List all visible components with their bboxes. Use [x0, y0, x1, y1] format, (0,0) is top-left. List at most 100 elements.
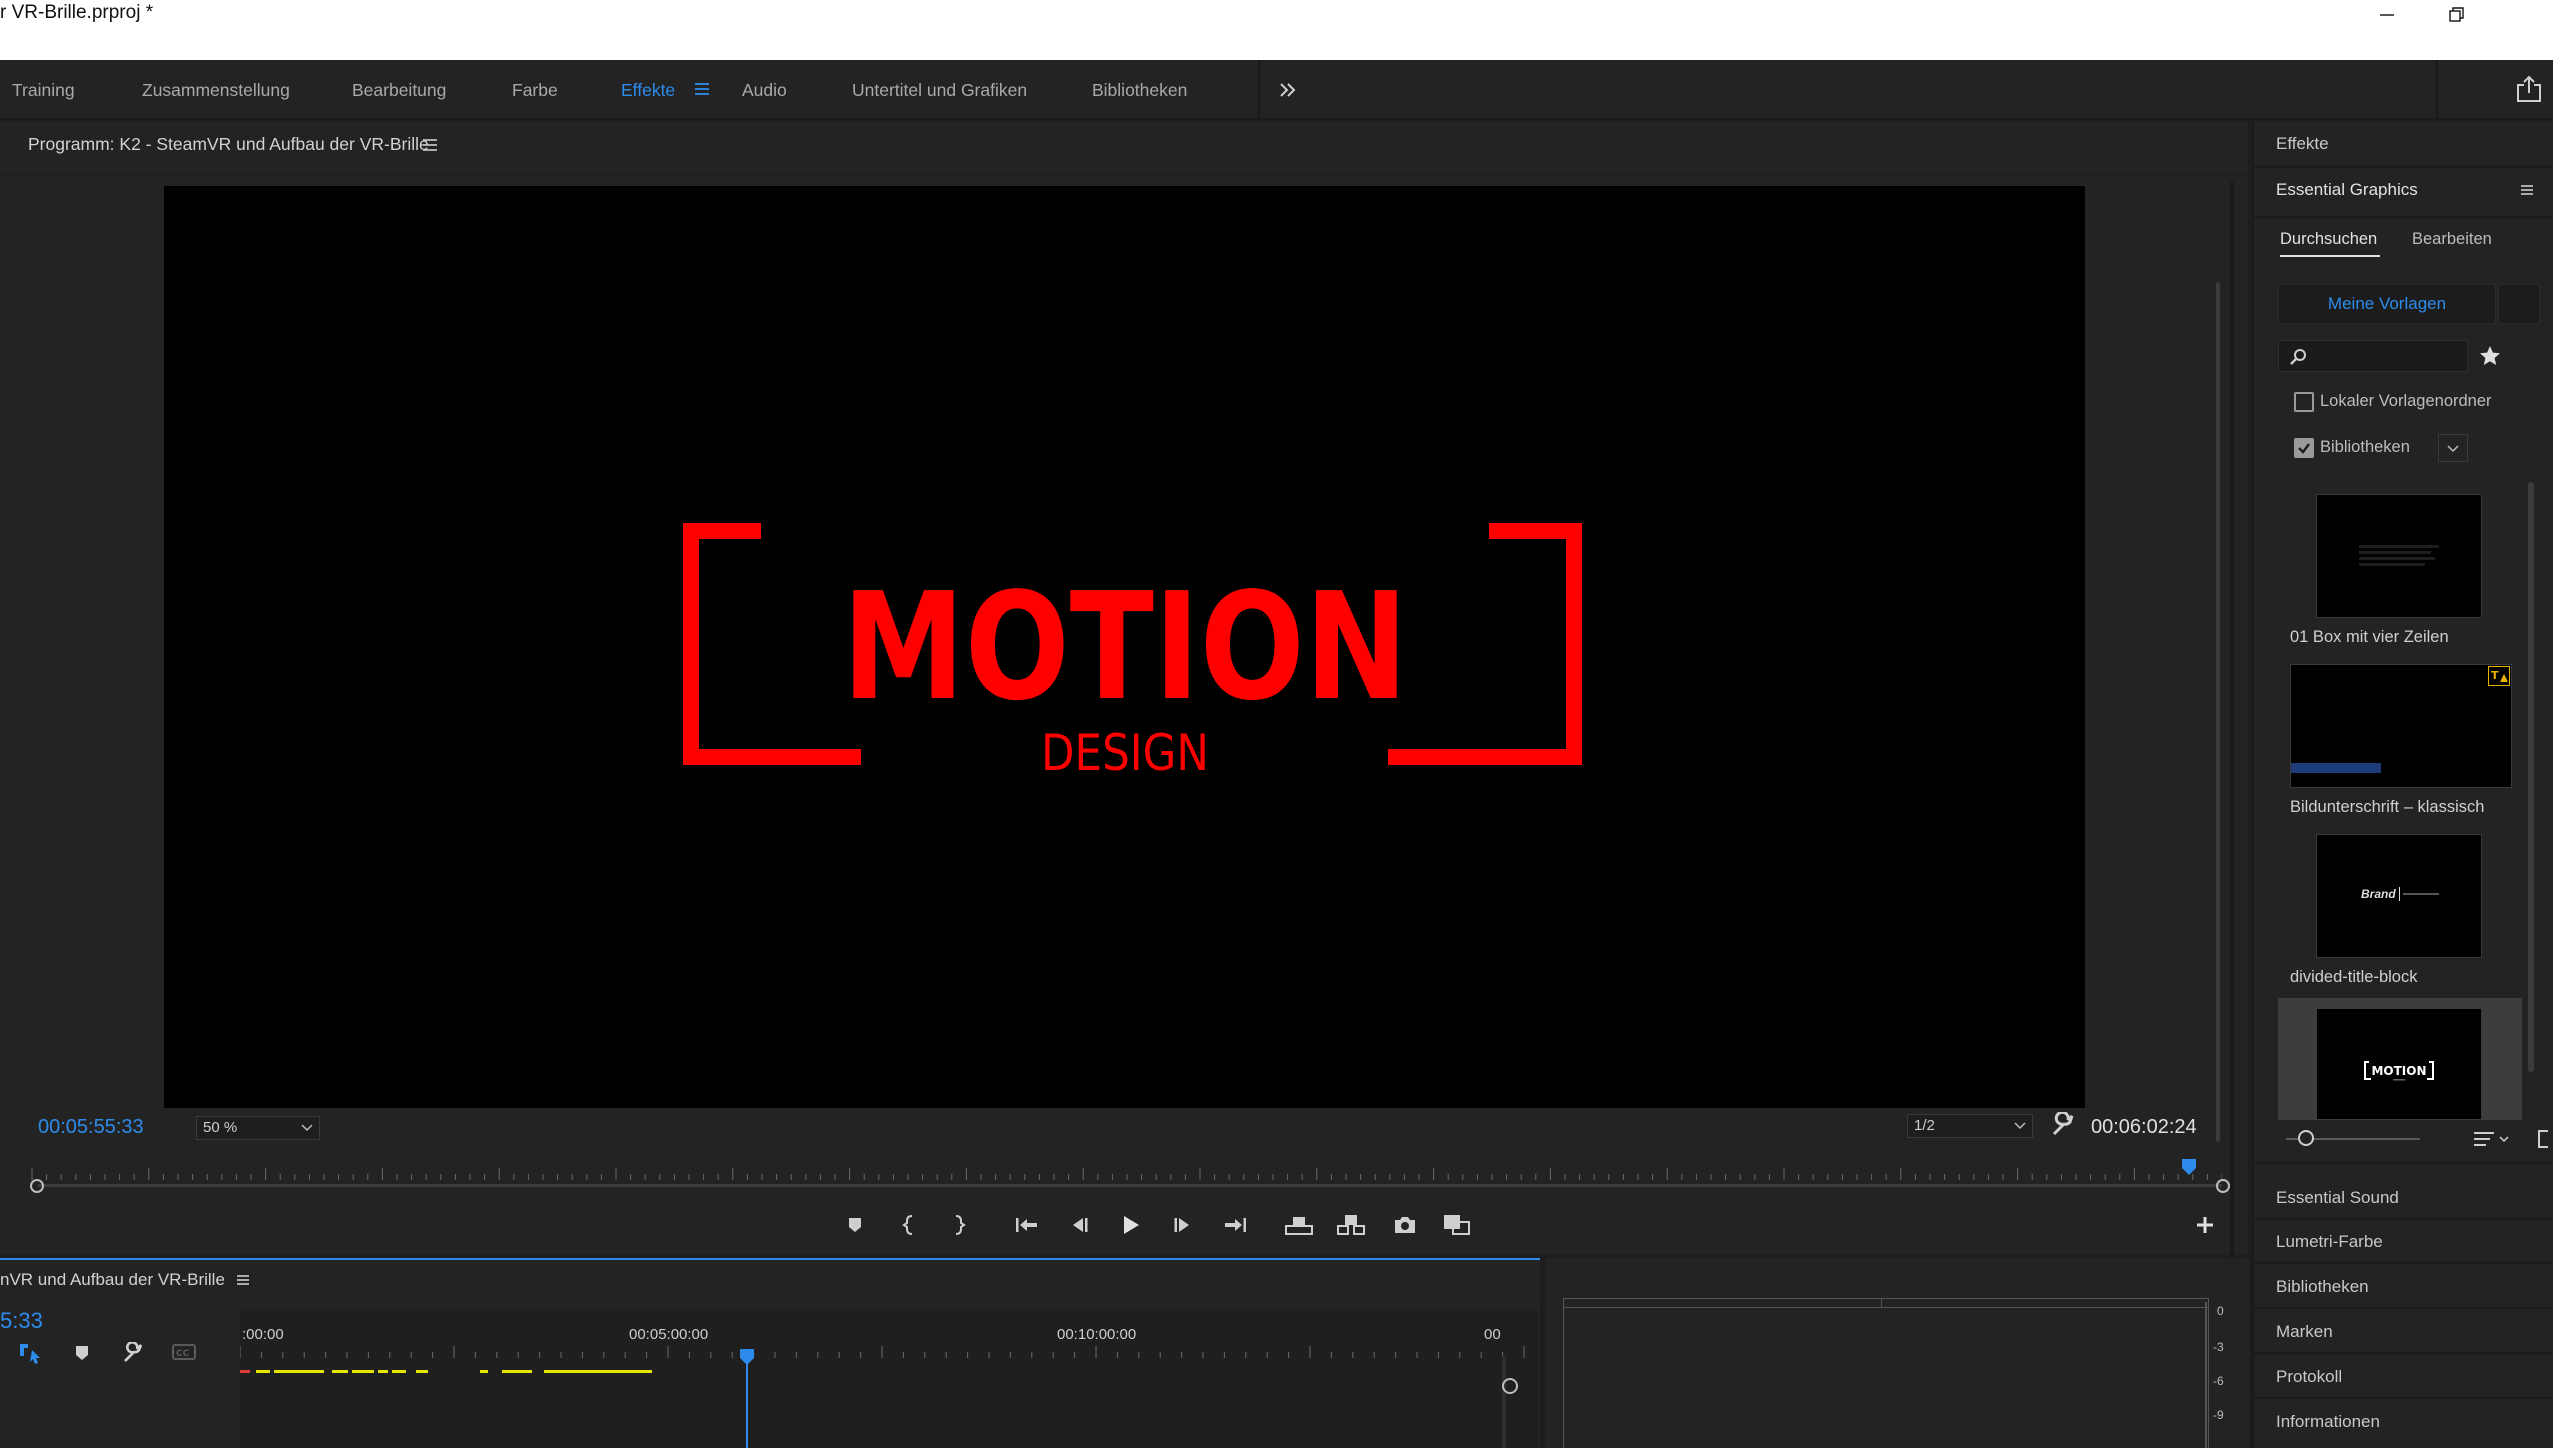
workspace-tab-color[interactable]: Farbe: [512, 60, 558, 120]
ruler-label: 00:10:00:00: [1057, 1326, 1137, 1343]
panel-menu-icon[interactable]: [2520, 184, 2534, 196]
libraries-label: Bibliotheken: [2320, 438, 2410, 456]
essential-graphics-title[interactable]: Essential Graphics: [2276, 180, 2418, 200]
camera-icon: [1395, 1217, 1415, 1233]
libraries-checkbox[interactable]: [2294, 438, 2314, 458]
panel-divider: [2254, 1218, 2553, 1220]
info-panel-tab[interactable]: Informationen: [2276, 1412, 2380, 1432]
monitor-zoom-bar[interactable]: [38, 1184, 2222, 1187]
play-icon: [1124, 1216, 1139, 1234]
window-title-bar: r VR-Brille.prproj *: [0, 0, 2553, 60]
templates-scrollbar[interactable]: [2528, 482, 2534, 1072]
step-forward-icon: [1174, 1218, 1189, 1232]
template-label: Bildunterschrift – klassisch: [2290, 798, 2485, 816]
mark-in-icon: [902, 1215, 913, 1235]
restore-icon: [2449, 7, 2464, 22]
timeline-timecode[interactable]: 5:33: [0, 1308, 43, 1334]
local-folder-label: Lokaler Vorlagenordner: [2320, 392, 2492, 410]
template-selected-highlight[interactable]: MOTION: [2278, 998, 2522, 1120]
resolution-dropdown[interactable]: 1/2: [1907, 1114, 2033, 1138]
timeline-panel: nVR und Aufbau der VR-Brille 5:33 CC :00…: [0, 1258, 1540, 1448]
minimize-button[interactable]: [2352, 0, 2422, 30]
sort-menu-icon[interactable]: [2472, 1130, 2510, 1148]
meter-scale-axis: [2205, 1302, 2207, 1448]
captions-cc-icon[interactable]: CC: [172, 1344, 196, 1360]
workspace-menu-icon[interactable]: [694, 82, 710, 96]
sequence-tab-title[interactable]: nVR und Aufbau der VR-Brille: [0, 1270, 225, 1290]
snap-icon[interactable]: [18, 1342, 42, 1364]
effects-panel-tab[interactable]: Effekte: [2276, 134, 2329, 154]
libraries-dropdown[interactable]: [2438, 434, 2468, 462]
export-frame-button[interactable]: [1388, 1208, 1422, 1242]
timeline-ruler-ticks: [240, 1346, 1525, 1358]
panel-divider: [2254, 1262, 2553, 1264]
font-warning-icon[interactable]: T: [2488, 666, 2510, 686]
new-bin-icon[interactable]: [2538, 1130, 2548, 1148]
local-folder-checkbox[interactable]: [2294, 392, 2314, 412]
thumbnail-size-handle[interactable]: [2298, 1130, 2314, 1146]
my-templates-button[interactable]: Meine Vorlagen: [2278, 284, 2496, 324]
essential-sound-panel-tab[interactable]: Essential Sound: [2276, 1188, 2399, 1208]
svg-text:CC: CC: [176, 1349, 190, 1358]
chevron-down-icon: [301, 1124, 313, 1132]
template-thumbnail-box-four-lines[interactable]: [2316, 494, 2482, 618]
go-to-in-button[interactable]: [1010, 1208, 1044, 1242]
template-thumbnail-divided-title[interactable]: Brand: [2316, 834, 2482, 958]
timeline-playhead[interactable]: [739, 1348, 755, 1366]
template-label: divided-title-block: [2290, 968, 2418, 986]
current-timecode[interactable]: 00:05:55:33: [38, 1116, 144, 1139]
go-to-out-button[interactable]: [1218, 1208, 1252, 1242]
restore-button[interactable]: [2422, 0, 2492, 30]
timeline-track-area[interactable]: [240, 1310, 1538, 1448]
monitor-scrollbar[interactable]: [2216, 282, 2220, 1142]
adobe-stock-button[interactable]: [2498, 284, 2540, 324]
history-panel-tab[interactable]: Protokoll: [2276, 1367, 2342, 1387]
workspace-tab-audio[interactable]: Audio: [742, 60, 787, 120]
zoom-bar-left-handle[interactable]: [30, 1179, 44, 1193]
play-button[interactable]: [1114, 1208, 1148, 1242]
panel-menu-icon[interactable]: [236, 1274, 250, 1286]
timeline-zoom-handle[interactable]: [1502, 1378, 1518, 1394]
template-search-input[interactable]: [2278, 340, 2468, 372]
ruler-label: :00:00: [242, 1326, 284, 1343]
step-forward-button[interactable]: [1166, 1208, 1200, 1242]
panel-divider: [2254, 1397, 2553, 1399]
mark-in-button[interactable]: [892, 1208, 926, 1242]
workspace-tab-training[interactable]: Training: [12, 60, 75, 120]
lumetri-color-panel-tab[interactable]: Lumetri-Farbe: [2276, 1232, 2383, 1252]
duration-timecode: 00:06:02:24: [2091, 1116, 2197, 1138]
favorites-star-icon[interactable]: [2478, 344, 2502, 368]
tab-edit[interactable]: Bearbeiten: [2412, 230, 2492, 249]
settings-wrench-icon[interactable]: [2050, 1112, 2076, 1138]
template-thumbnail-caption-classic[interactable]: [2290, 664, 2512, 788]
template-thumbnail-motion[interactable]: MOTION: [2316, 1008, 2482, 1120]
lift-button[interactable]: [1282, 1208, 1316, 1242]
timeline-marker-icon[interactable]: [74, 1344, 90, 1362]
markers-panel-tab[interactable]: Marken: [2276, 1322, 2333, 1342]
monitor-scroll-track[interactable]: [2230, 182, 2234, 1262]
timeline-vertical-scroll[interactable]: [1502, 1356, 1506, 1448]
program-video-frame[interactable]: MOTION DESIGN: [164, 186, 2085, 1108]
share-icon[interactable]: [2516, 75, 2542, 103]
workspace-tab-assembly[interactable]: Zusammenstellung: [142, 60, 290, 120]
step-back-button[interactable]: [1062, 1208, 1096, 1242]
workspace-tab-libraries[interactable]: Bibliotheken: [1092, 60, 1187, 120]
panel-menu-icon[interactable]: [422, 138, 438, 152]
extract-button[interactable]: [1334, 1208, 1368, 1242]
zoom-bar-right-handle[interactable]: [2216, 1179, 2230, 1193]
tab-browse[interactable]: Durchsuchen: [2280, 230, 2377, 249]
meter-scale-label: -6: [2213, 1374, 2224, 1388]
overflow-chevron-icon[interactable]: [1278, 80, 1298, 100]
comparison-view-button[interactable]: [1440, 1208, 1474, 1242]
extract-icon: [1337, 1215, 1365, 1235]
button-editor-button[interactable]: [2188, 1208, 2222, 1242]
workspace-tab-editing[interactable]: Bearbeitung: [352, 60, 446, 120]
workspace-tab-captions[interactable]: Untertitel und Grafiken: [852, 60, 1027, 120]
libraries-panel-tab[interactable]: Bibliotheken: [2276, 1277, 2369, 1297]
timeline-settings-wrench-icon[interactable]: [122, 1342, 144, 1364]
workspace-tab-effects[interactable]: Effekte: [621, 60, 675, 120]
monitor-playhead[interactable]: [2181, 1158, 2197, 1176]
zoom-dropdown[interactable]: 50 %: [196, 1116, 320, 1140]
add-marker-button[interactable]: [838, 1208, 872, 1242]
mark-out-button[interactable]: [942, 1208, 976, 1242]
